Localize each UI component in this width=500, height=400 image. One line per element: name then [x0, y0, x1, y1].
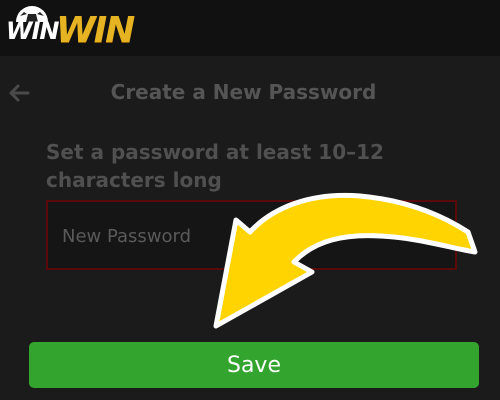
top-bar: WIN WIN [0, 0, 500, 56]
password-field[interactable] [46, 200, 457, 270]
password-instruction: Set a password at least 10–12 characters… [46, 140, 384, 192]
logo-text-large: WIN [56, 10, 135, 51]
page-title: Create a New Password [110, 80, 377, 104]
logo-text-small: WIN [6, 17, 59, 45]
new-password-input[interactable] [60, 202, 444, 270]
screen: WIN WIN Create a New Password Set a pass… [0, 0, 500, 400]
save-button[interactable]: Save [29, 342, 479, 388]
logo[interactable]: WIN WIN [4, 4, 144, 52]
